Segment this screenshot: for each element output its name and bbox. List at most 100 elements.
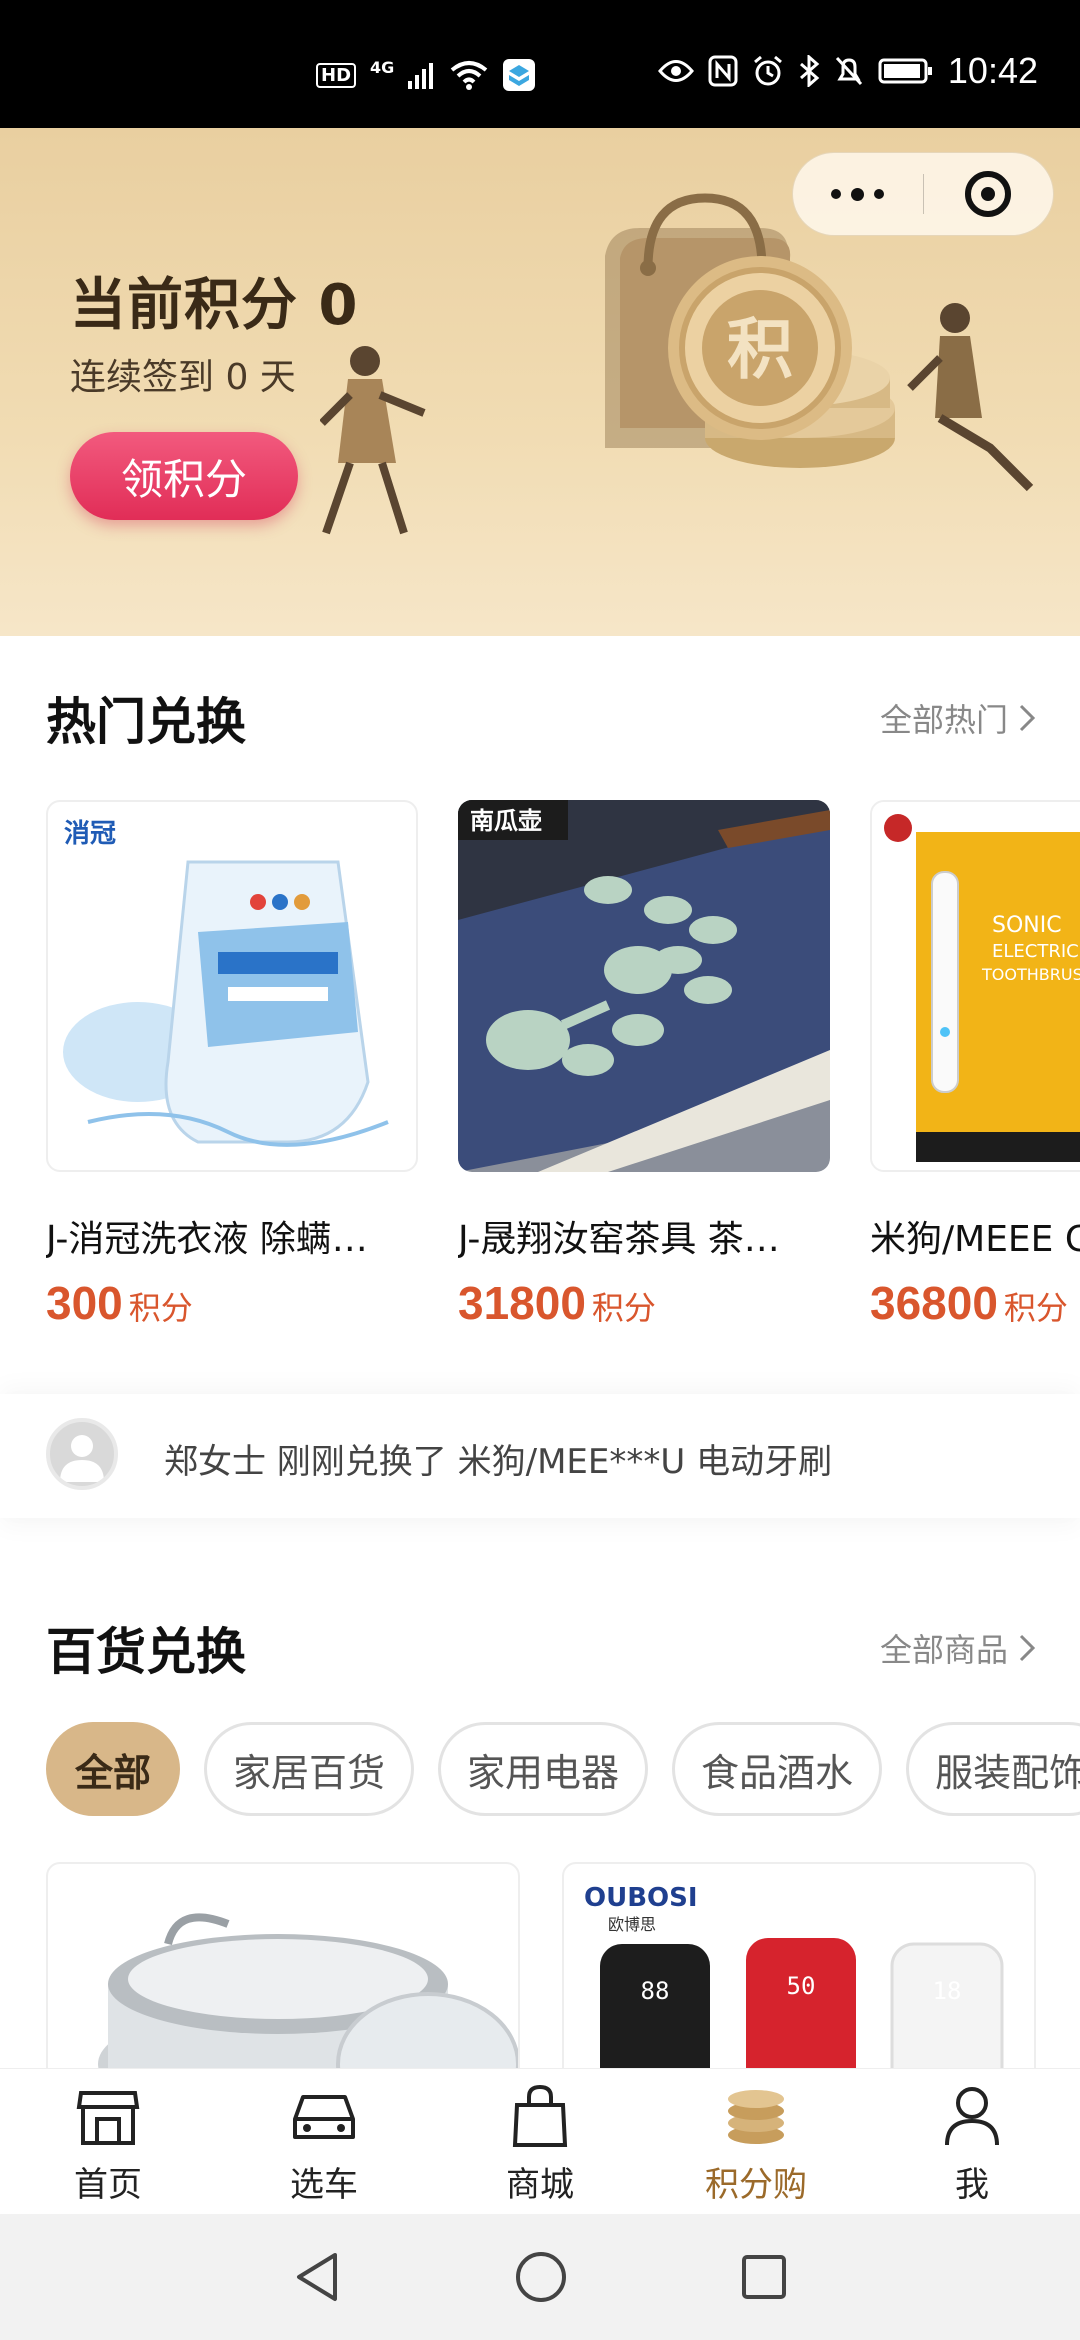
product-image (98, 1913, 518, 2068)
hot-product-card[interactable]: 南瓜壶 J-晟翔汝窑茶具 茶… 31800 积分 (458, 800, 830, 1330)
dot-icon (851, 187, 865, 201)
goods-card[interactable] (46, 1862, 520, 2068)
recents-square-icon[interactable] (739, 2252, 789, 2302)
tab-mall[interactable]: 商城 (432, 2069, 648, 2214)
tab-label: 商城 (506, 2165, 574, 2205)
tab-me[interactable]: 我 (864, 2069, 1080, 2214)
tab-points-shop[interactable]: 积分购 (648, 2069, 864, 2214)
product-brand-cn: 欧博思 (608, 1915, 656, 1934)
bottom-tab-bar: 首页 选车 商城 积分购 我 (0, 2068, 1080, 2214)
tab-label: 积分购 (705, 2165, 807, 2205)
hot-product-card[interactable]: 消冠 J-消冠洗衣液 除螨… 300 积分 (46, 800, 418, 1330)
all-hot-link[interactable]: 全部热门 (880, 695, 1036, 741)
product-brand: SONIC (992, 913, 1062, 938)
tab-label: 我 (955, 2165, 989, 2205)
miniprogram-capsule (792, 152, 1054, 236)
status-left-icons: HD 4G (316, 58, 536, 92)
battery-icon (878, 58, 932, 84)
chip-all[interactable]: 全部 (46, 1722, 181, 1816)
chip-apparel[interactable]: 服装配饰 (906, 1722, 1080, 1816)
tab-home[interactable]: 首页 (0, 2069, 216, 2214)
product-brand-line: ELECTRIC (992, 941, 1079, 962)
product-price: 36800 积分 (870, 1276, 1080, 1330)
tab-car[interactable]: 选车 (216, 2069, 432, 2214)
general-section-header: 百货兑换 全部商品 (46, 1612, 1036, 1684)
goods-card[interactable]: OUBOSI 欧博思 88 50 18 (562, 1862, 1036, 2068)
hot-section-title: 热门兑换 (46, 693, 246, 751)
product-image: SONIC ELECTRIC TOOTHBRUSH (870, 800, 1080, 1172)
nfc-icon (708, 55, 738, 87)
hd-icon: HD (316, 62, 357, 88)
mute-bell-icon (835, 56, 863, 86)
price-value: 31800 (458, 1277, 586, 1329)
category-chips: 全部 家居百货 家用电器 食品酒水 服装配饰 (46, 1722, 1080, 1816)
woman-illustration (320, 346, 426, 535)
chevron-right-icon (1019, 704, 1036, 732)
chip-home-goods[interactable]: 家居百货 (204, 1722, 415, 1816)
points-illustration: 积 (346, 188, 1080, 636)
price-value: 36800 (870, 1277, 998, 1329)
alarm-icon (753, 55, 782, 86)
product-name: 米狗/MEEE C (870, 1219, 1080, 1260)
tab-label: 选车 (290, 2165, 358, 2205)
price-unit: 积分 (128, 1289, 193, 1327)
claim-points-button[interactable]: 领积分 (70, 432, 298, 520)
coin-stack-icon (728, 2090, 784, 2144)
status-bar: HD 4G 10:42 (0, 0, 1080, 128)
product-image: 南瓜壶 (458, 800, 830, 1172)
product-price: 31800 积分 (458, 1276, 830, 1330)
network-label: 4G (370, 58, 395, 77)
ticker-message: 郑女士 刚刚兑换了 米狗/MEE***U 电动牙刷 (164, 1442, 833, 1482)
product-price: 300 积分 (46, 1276, 418, 1330)
cup-reading: 18 (933, 1977, 962, 2005)
target-close-icon (965, 171, 1012, 217)
dot-icon (874, 189, 885, 199)
back-triangle-icon[interactable] (291, 2249, 343, 2305)
all-hot-label: 全部热门 (879, 701, 1008, 739)
chip-food-drinks[interactable]: 食品酒水 (672, 1722, 883, 1816)
product-image: 消冠 (46, 800, 418, 1172)
store-icon (76, 2091, 140, 2145)
home-circle-icon[interactable] (513, 2249, 569, 2305)
all-goods-label: 全部商品 (879, 1631, 1008, 1669)
general-section-title: 百货兑换 (46, 1623, 246, 1681)
signin-streak: 连续签到 0 天 (70, 357, 296, 398)
price-value: 300 (46, 1277, 123, 1329)
hot-section-header: 热门兑换 全部热门 (46, 682, 1036, 754)
more-menu-button[interactable] (793, 152, 923, 236)
coin-char: 积 (727, 311, 793, 388)
avatar (46, 1418, 118, 1490)
points-banner: 积 当前积分 0 连续签到 0 天 领积分 (0, 128, 1080, 636)
app-notification-icon (503, 59, 536, 91)
hot-product-list: 消冠 J-消冠洗衣液 除螨… 300 积分 南瓜壶 J-晟翔汝窑茶具 茶… 31… (46, 800, 1080, 1340)
car-icon (293, 2095, 355, 2139)
clock: 10:42 (947, 50, 1038, 91)
product-brand-line: TOOTHBRUSH (981, 965, 1080, 984)
cup-reading: 50 (787, 1972, 816, 2000)
product-image: OUBOSI 欧博思 88 50 18 (584, 1883, 1004, 2068)
exchange-ticker: 郑女士 刚刚兑换了 米狗/MEE***U 电动牙刷 (0, 1394, 1080, 1518)
product-name: J-消冠洗衣液 除螨… (46, 1219, 368, 1260)
signal-icon (408, 63, 434, 89)
product-name: J-晟翔汝窑茶具 茶… (458, 1219, 780, 1260)
system-nav-bar (0, 2214, 1080, 2340)
product-brand: OUBOSI (584, 1883, 698, 1913)
hot-product-card[interactable]: SONIC ELECTRIC TOOTHBRUSH 米狗/MEEE C 3680… (870, 800, 1080, 1330)
shopping-bag-icon (512, 2084, 568, 2147)
eye-icon (657, 60, 694, 82)
bluetooth-icon (799, 55, 820, 87)
user-icon (945, 2087, 999, 2146)
dot-icon (831, 189, 842, 199)
price-unit: 积分 (1003, 1289, 1068, 1327)
goods-grid: OUBOSI 欧博思 88 50 18 (46, 1862, 1080, 2068)
chip-appliances[interactable]: 家用电器 (438, 1722, 649, 1816)
all-goods-link[interactable]: 全部商品 (880, 1625, 1036, 1671)
close-miniprogram-button[interactable] (924, 152, 1054, 236)
current-points: 当前积分 0 (70, 273, 359, 338)
chevron-right-icon (1019, 1634, 1036, 1662)
product-brand: 消冠 (64, 819, 116, 849)
status-right-icons: 10:42 (657, 50, 1038, 92)
wifi-icon (451, 61, 488, 90)
price-unit: 积分 (591, 1289, 656, 1327)
tab-label: 首页 (74, 2165, 142, 2205)
